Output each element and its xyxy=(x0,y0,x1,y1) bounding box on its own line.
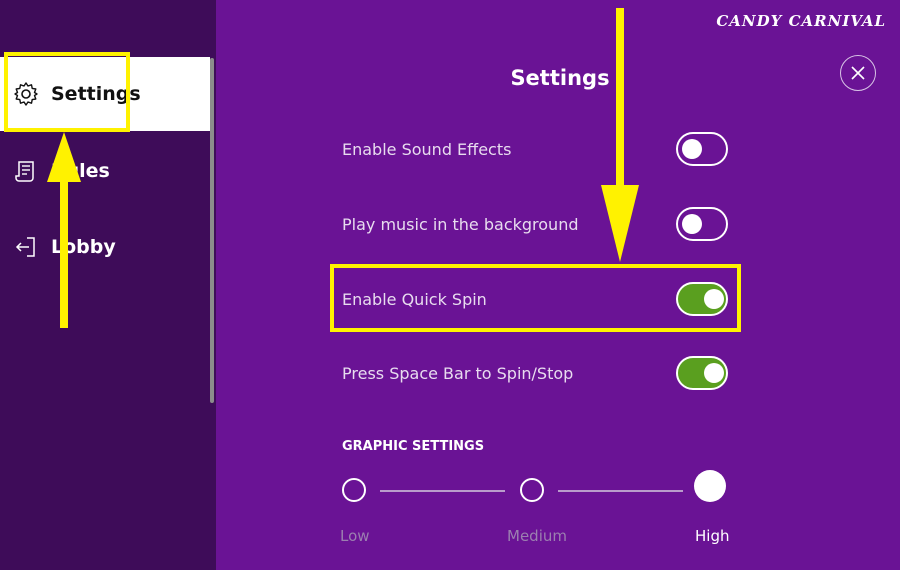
sidebar-item-label: Settings xyxy=(51,83,141,105)
graphics-high-label: High xyxy=(695,527,730,545)
sidebar-item-label: Lobby xyxy=(51,236,116,258)
close-icon xyxy=(851,61,865,85)
sidebar-scrollbar[interactable] xyxy=(210,58,214,403)
toggle-knob xyxy=(682,214,702,234)
scroll-icon xyxy=(13,158,39,184)
graphics-medium-radio[interactable] xyxy=(520,478,544,502)
setting-row-quick-spin: Enable Quick Spin xyxy=(342,279,728,319)
graphics-track-line xyxy=(558,490,683,492)
graphics-low-label: Low xyxy=(340,527,370,545)
toggle-knob xyxy=(704,363,724,383)
exit-icon xyxy=(13,234,39,260)
setting-row-background-music: Play music in the background xyxy=(342,204,728,244)
setting-label: Enable Sound Effects xyxy=(342,139,512,159)
graphic-settings-heading: GRAPHIC SETTINGS xyxy=(342,439,485,454)
page-title: Settings xyxy=(510,66,610,90)
sidebar-item-label: Rules xyxy=(51,160,110,182)
sound-effects-toggle[interactable] xyxy=(676,132,728,166)
setting-label: Enable Quick Spin xyxy=(342,289,487,309)
brand-logo: CANDY CARNIVAL xyxy=(716,12,886,30)
graphics-medium-label: Medium xyxy=(507,527,567,545)
quick-spin-toggle[interactable] xyxy=(676,282,728,316)
setting-label: Press Space Bar to Spin/Stop xyxy=(342,363,574,383)
setting-row-space-bar-spin: Press Space Bar to Spin/Stop xyxy=(342,353,728,393)
close-button[interactable] xyxy=(840,55,876,91)
gear-icon xyxy=(13,81,39,107)
sidebar: Settings Rules Lobby xyxy=(0,0,216,570)
sidebar-item-settings[interactable]: Settings xyxy=(0,57,210,131)
space-bar-spin-toggle[interactable] xyxy=(676,356,728,390)
toggle-knob xyxy=(704,289,724,309)
graphics-track-line xyxy=(380,490,505,492)
graphics-low-radio[interactable] xyxy=(342,478,366,502)
sidebar-item-rules[interactable]: Rules xyxy=(0,134,210,208)
toggle-knob xyxy=(682,139,702,159)
graphics-high-radio[interactable] xyxy=(694,470,726,502)
sidebar-item-lobby[interactable]: Lobby xyxy=(0,210,210,284)
setting-label: Play music in the background xyxy=(342,214,579,234)
setting-row-sound-effects: Enable Sound Effects xyxy=(342,129,728,169)
background-music-toggle[interactable] xyxy=(676,207,728,241)
